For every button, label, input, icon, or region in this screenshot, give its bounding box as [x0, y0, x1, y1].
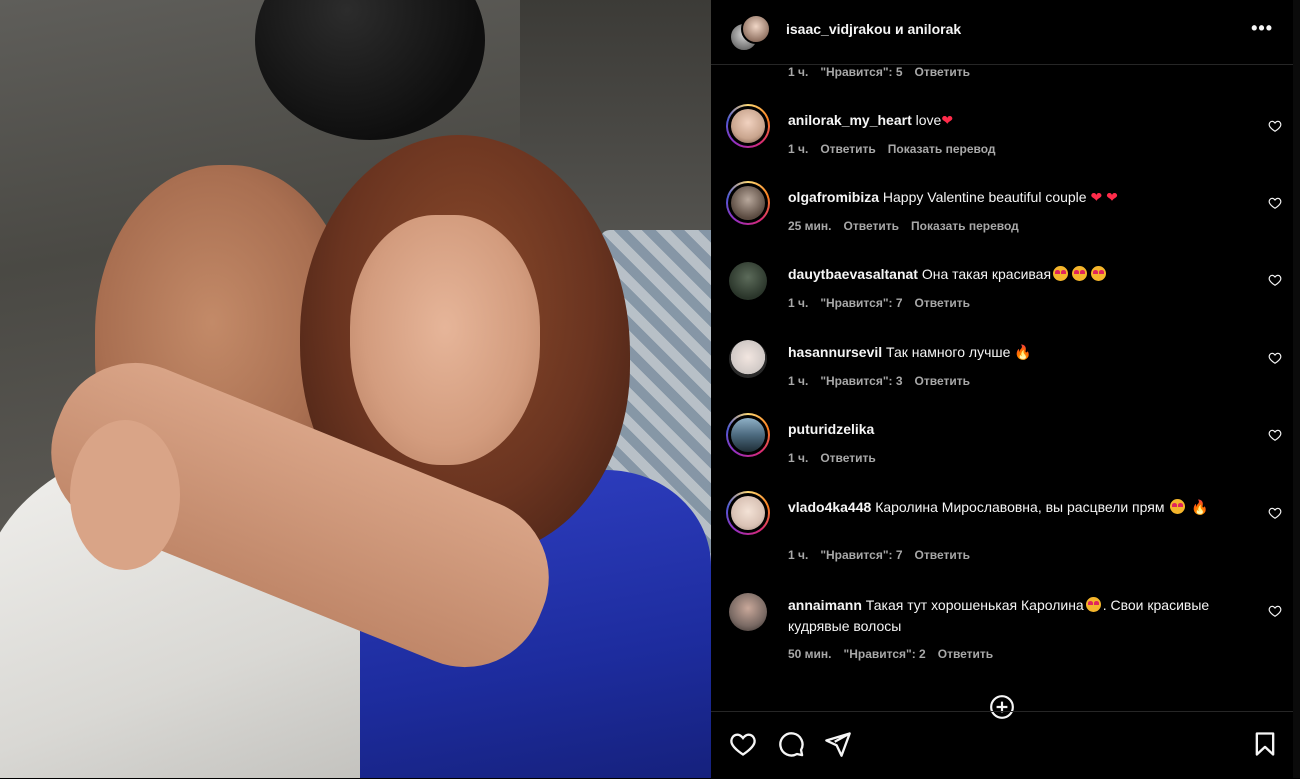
reply-button[interactable]: Ответить: [915, 65, 970, 79]
comment-text: Happy Valentine beautiful couple: [882, 189, 1087, 205]
author-avatars[interactable]: [729, 14, 771, 52]
heart-emoji-icon: ❤: [1090, 189, 1103, 205]
comment-text: Такая тут хорошенькая Каролина: [865, 597, 1084, 613]
heart-eyes-emoji-icon: [1091, 266, 1107, 281]
heart-eyes-emoji-icon: [1053, 266, 1069, 281]
avatar: [731, 496, 765, 530]
post-header: isaac_vidjrakou и anilorak •••: [711, 0, 1293, 65]
heart-eyes-emoji-icon: [1170, 499, 1186, 514]
scrollbar[interactable]: [1293, 0, 1300, 778]
bookmark-icon[interactable]: [1251, 730, 1279, 758]
fire-emoji-icon: 🔥: [1014, 344, 1032, 360]
heart-icon[interactable]: [729, 730, 757, 758]
post-photo[interactable]: [0, 0, 711, 778]
comment-time: 1 ч.: [788, 374, 809, 388]
more-icon[interactable]: •••: [1251, 18, 1273, 39]
avatar: [731, 418, 765, 452]
comment-username[interactable]: dauytbaevasaltanat: [788, 266, 918, 282]
share-icon[interactable]: [824, 730, 852, 758]
reply-button[interactable]: Ответить: [938, 647, 993, 661]
like-comment-heart-icon[interactable]: [1268, 604, 1282, 618]
comment-username[interactable]: anilorak_my_heart: [788, 112, 912, 128]
heart-eyes-emoji-icon: [1085, 597, 1101, 612]
avatar[interactable]: [729, 340, 767, 378]
like-comment-heart-icon[interactable]: [1268, 351, 1282, 365]
comment-time: 25 мин.: [788, 219, 832, 233]
like-comment-heart-icon[interactable]: [1268, 273, 1282, 287]
reply-button[interactable]: Ответить: [820, 451, 875, 465]
avatar: [741, 14, 771, 44]
reply-button[interactable]: Ответить: [820, 142, 875, 156]
comment-username[interactable]: puturidzelika: [788, 421, 874, 437]
photo-woman-face: [350, 215, 540, 465]
comment-username[interactable]: hasannursevil: [788, 344, 882, 360]
heart-emoji-icon: ❤: [1106, 189, 1118, 205]
comment-time: 1 ч.: [788, 65, 809, 79]
comment-time: 50 мин.: [788, 647, 832, 661]
like-comment-heart-icon[interactable]: [1268, 119, 1282, 133]
comment-username[interactable]: annaimann: [788, 597, 862, 613]
comment-time: 1 ч.: [788, 296, 809, 310]
prev-comment-meta: 1 ч. "Нравится": 5 Ответить: [788, 65, 982, 79]
like-comment-heart-icon[interactable]: [1268, 196, 1282, 210]
comment-username[interactable]: vlado4ka448: [788, 499, 871, 515]
translate-button[interactable]: Показать перевод: [911, 219, 1019, 233]
reply-button[interactable]: Ответить: [844, 219, 899, 233]
like-comment-heart-icon[interactable]: [1268, 506, 1282, 520]
like-comment-heart-icon[interactable]: [1268, 428, 1282, 442]
comment-time: 1 ч.: [788, 548, 809, 562]
reply-button[interactable]: Ответить: [915, 296, 970, 310]
comment-time: 1 ч.: [788, 451, 809, 465]
comment-icon[interactable]: [777, 730, 805, 758]
story-ring[interactable]: [726, 104, 770, 148]
comment-username[interactable]: olgafromibiza: [788, 189, 879, 205]
comment-likes[interactable]: "Нравится": 5: [820, 65, 902, 79]
comment-text: Так намного лучше: [886, 344, 1011, 360]
comment-text: Каролина Мирославовна, вы расцвели прям: [875, 499, 1165, 515]
avatar: [731, 109, 765, 143]
avatar[interactable]: [729, 593, 767, 631]
post-authors[interactable]: isaac_vidjrakou и anilorak: [786, 21, 961, 37]
comment-text: Она такая красивая: [921, 266, 1052, 282]
story-ring[interactable]: [726, 413, 770, 457]
comment-likes[interactable]: "Нравится": 7: [820, 548, 902, 562]
avatar[interactable]: [729, 262, 767, 300]
photo-vase: [255, 0, 485, 140]
translate-button[interactable]: Показать перевод: [888, 142, 996, 156]
comment-likes[interactable]: "Нравится": 3: [820, 374, 902, 388]
reply-button[interactable]: Ответить: [915, 548, 970, 562]
post-actions-bar: [711, 711, 1293, 779]
story-ring[interactable]: [726, 491, 770, 535]
comment-text: love: [915, 112, 942, 128]
fire-emoji-icon: 🔥: [1191, 499, 1209, 515]
comment-time: 1 ч.: [788, 142, 809, 156]
comment-likes[interactable]: "Нравится": 7: [820, 296, 902, 310]
reply-button[interactable]: Ответить: [915, 374, 970, 388]
photo-hand: [70, 420, 180, 570]
comments-panel: isaac_vidjrakou и anilorak ••• 1 ч. "Нра…: [711, 0, 1300, 778]
story-ring[interactable]: [726, 181, 770, 225]
comment-likes[interactable]: "Нравится": 2: [844, 647, 926, 661]
heart-eyes-emoji-icon: [1072, 266, 1088, 281]
avatar: [731, 186, 765, 220]
heart-emoji-icon: ❤: [941, 112, 954, 128]
